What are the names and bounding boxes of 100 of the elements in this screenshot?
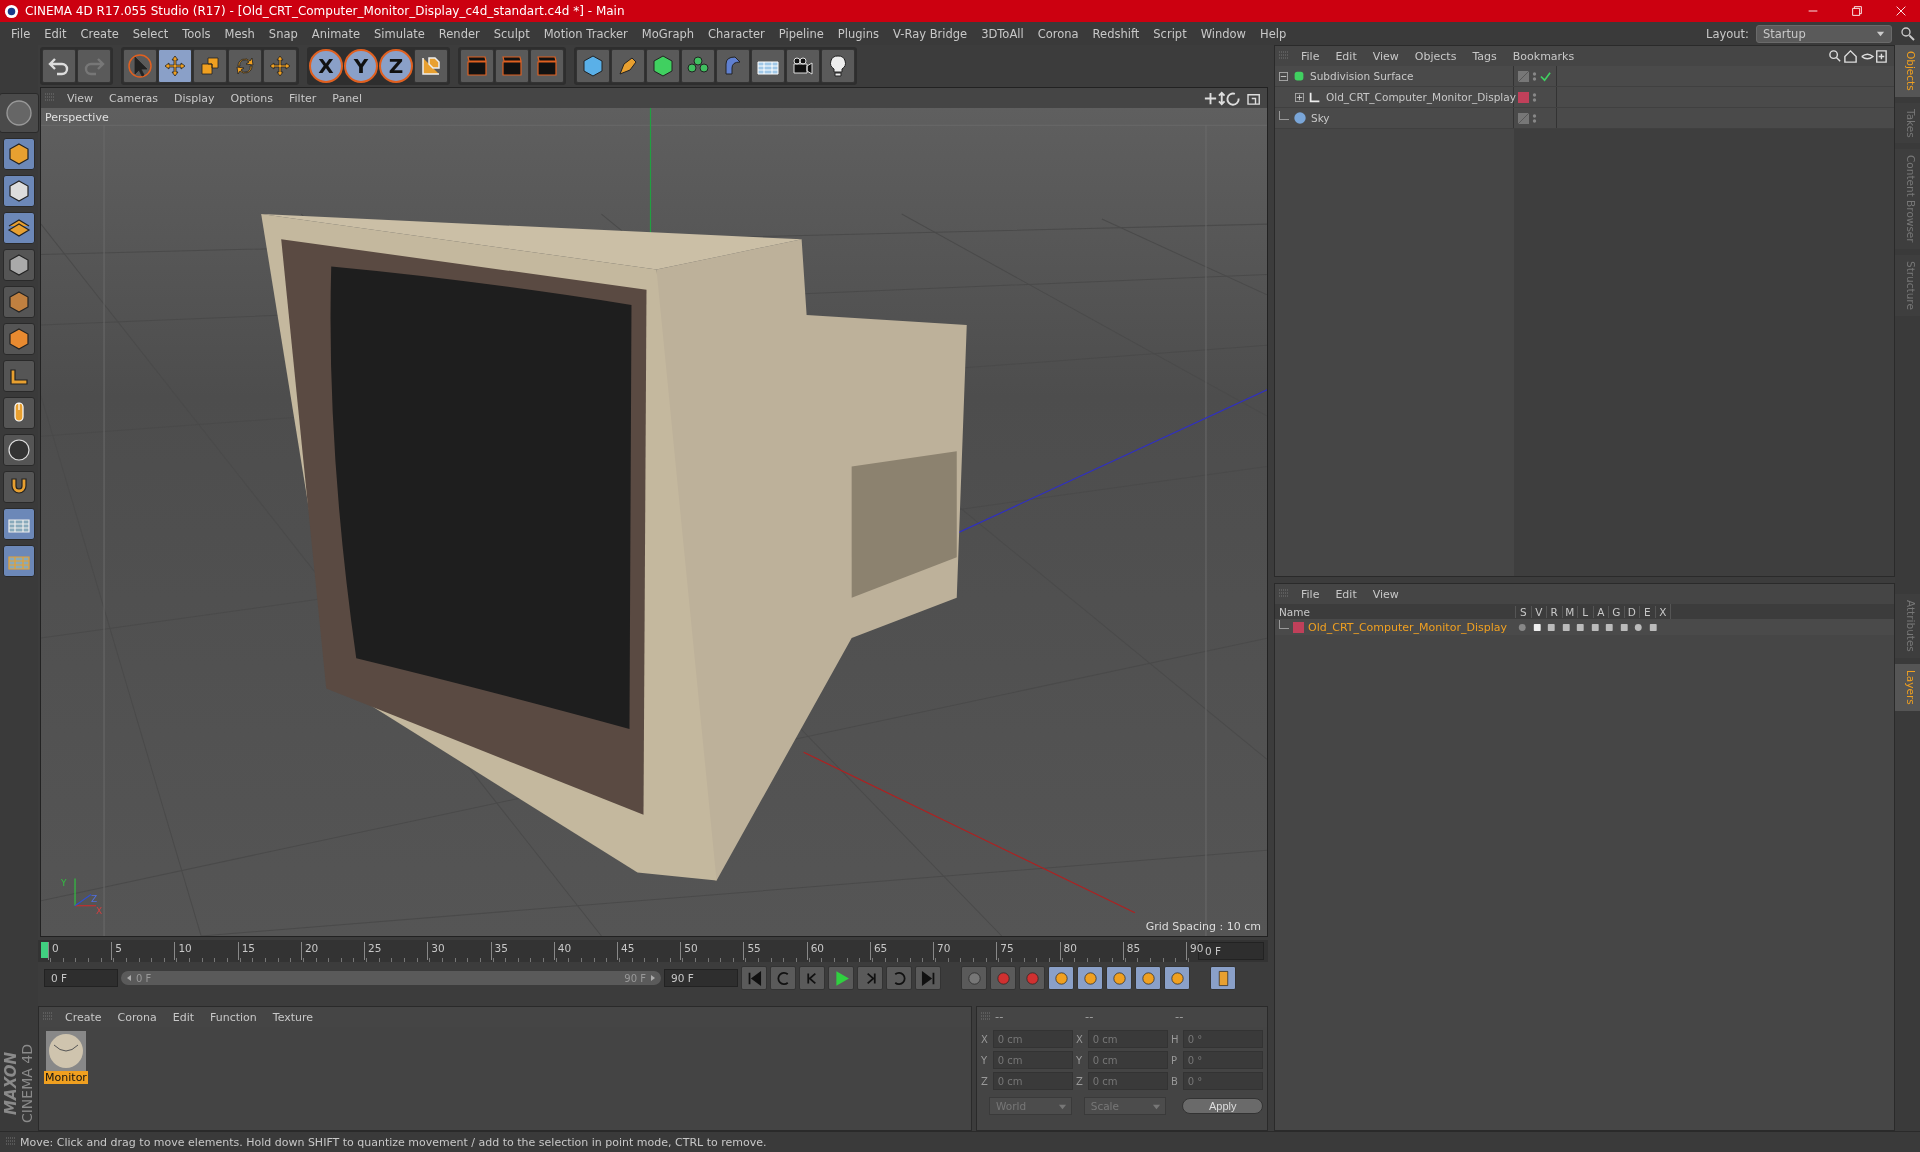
viewport-menu-item[interactable]: Cameras — [101, 91, 166, 105]
object-menu-item[interactable]: Objects — [1406, 49, 1465, 63]
menu-item[interactable]: Plugins — [830, 26, 887, 41]
coordinate-system-button[interactable] — [414, 49, 448, 83]
next-key-button[interactable] — [886, 966, 912, 990]
menu-item[interactable]: Snap — [261, 26, 305, 41]
menu-item[interactable]: Window — [1193, 26, 1253, 41]
search-icon[interactable] — [1900, 25, 1916, 42]
rounded-cube-button[interactable] — [646, 49, 680, 83]
menu-item[interactable]: Render — [431, 26, 487, 41]
viewport-menu-item[interactable]: Options — [222, 91, 281, 105]
bend-button[interactable] — [716, 49, 750, 83]
left-arrow-icon[interactable] — [125, 974, 133, 982]
viewport[interactable]: View Cameras Display Options Filter Panel Perspective Y Z X Grid Spacing : 10 cm — [40, 87, 1268, 937]
restore-icon[interactable] — [1850, 4, 1864, 18]
menu-item[interactable]: Pipeline — [771, 26, 831, 41]
manager-tools-icon[interactable] — [1826, 48, 1890, 64]
object-menu-item[interactable]: Tags — [1464, 49, 1505, 63]
material-menu-item[interactable]: Texture — [264, 1010, 322, 1024]
menu-item[interactable]: Tools — [175, 26, 218, 41]
visibility-dots-icon[interactable] — [1532, 112, 1537, 124]
menu-item[interactable]: Help — [1253, 26, 1294, 41]
layer-menu-item[interactable]: Edit — [1327, 587, 1365, 601]
previous-key-button[interactable] — [770, 966, 796, 990]
cube-button[interactable] — [3, 323, 35, 355]
menu-item[interactable]: Select — [125, 26, 176, 41]
object-menu-item[interactable]: File — [1293, 49, 1328, 63]
plane-button[interactable] — [3, 212, 35, 244]
column-header[interactable]: R — [1546, 605, 1562, 618]
right-arrow-icon[interactable] — [649, 974, 657, 982]
render-button[interactable] — [530, 49, 564, 83]
view-navigation-icon[interactable] — [1203, 90, 1263, 106]
object-row[interactable]: Sky — [1275, 108, 1894, 129]
play-button[interactable] — [828, 966, 854, 990]
object-menu-item[interactable]: Edit — [1327, 49, 1365, 63]
column-header[interactable]: D — [1623, 605, 1639, 618]
timeline-button[interactable] — [1210, 966, 1236, 990]
column-header[interactable]: M — [1561, 605, 1577, 618]
material-menu-item[interactable]: Corona — [109, 1010, 165, 1024]
viewport-menu-item[interactable]: Filter — [281, 91, 325, 105]
axis-lock-button[interactable]: X — [309, 49, 343, 83]
record-button[interactable] — [990, 966, 1016, 990]
layer-menu-item[interactable]: View — [1364, 587, 1407, 601]
pen-button[interactable] — [611, 49, 645, 83]
menu-item[interactable]: Animate — [304, 26, 367, 41]
menu-item[interactable]: Character — [701, 26, 772, 41]
cursor-button[interactable] — [123, 49, 157, 83]
menu-item[interactable]: V-Ray Bridge — [886, 26, 975, 41]
menu-item[interactable]: Create — [73, 26, 126, 41]
checker-cube-button[interactable] — [3, 175, 35, 207]
grid-lock-button[interactable] — [3, 508, 35, 540]
visibility-dots-icon[interactable] — [1532, 91, 1537, 103]
column-header[interactable]: L — [1577, 605, 1593, 618]
object-row[interactable]: Subdivision Surface — [1275, 66, 1894, 87]
menu-item[interactable]: Redshift — [1085, 26, 1147, 41]
playhead-handle[interactable] — [41, 942, 48, 958]
expander-icon[interactable] — [1279, 71, 1288, 81]
menu-item[interactable]: Sculpt — [486, 26, 537, 41]
cube-button[interactable] — [3, 138, 35, 170]
menu-item[interactable]: Motion Tracker — [536, 26, 635, 41]
cube-button[interactable] — [3, 249, 35, 281]
column-header[interactable]: E — [1639, 605, 1655, 618]
material-menu-item[interactable]: Create — [57, 1010, 110, 1024]
viewport-menu-item[interactable]: Panel — [324, 91, 370, 105]
column-header[interactable]: A — [1592, 605, 1608, 618]
floor-button[interactable] — [751, 49, 785, 83]
material-menu-item[interactable]: Function — [202, 1010, 265, 1024]
cube-button[interactable] — [3, 286, 35, 318]
axis-lock-button[interactable]: Y — [344, 49, 378, 83]
viewport-menu-item[interactable]: Display — [166, 91, 223, 105]
object-row[interactable]: Old_CRT_Computer_Monitor_Display — [1275, 87, 1894, 108]
material-swatch[interactable]: Monitor — [43, 1031, 89, 1084]
last-frame-button[interactable] — [915, 966, 941, 990]
column-header[interactable]: X — [1654, 605, 1670, 618]
side-tab[interactable]: Objects — [1895, 45, 1920, 97]
menu-item[interactable]: Script — [1146, 26, 1194, 41]
layout-dropdown[interactable]: Startup — [1756, 24, 1892, 43]
menu-item[interactable]: MoGraph — [634, 26, 702, 41]
step-forward-button[interactable] — [857, 966, 883, 990]
column-header[interactable]: V — [1530, 605, 1546, 618]
column-header[interactable]: Name — [1275, 605, 1515, 618]
checkmark-icon[interactable] — [1540, 70, 1551, 82]
mouse-button[interactable] — [3, 397, 35, 429]
light-bulb-button[interactable] — [821, 49, 855, 83]
layer-row[interactable]: Old_CRT_Computer_Monitor_Display — [1275, 619, 1894, 635]
undo-button[interactable] — [42, 49, 76, 83]
timeline-ruler[interactable]: 0 5 10 15 20 25 30 35 40 45 50 55 60 65 70 75 80 85 900 F — [38, 940, 1268, 962]
menu-item[interactable]: Mesh — [217, 26, 262, 41]
render-button[interactable] — [460, 49, 494, 83]
visibility-dots-icon[interactable] — [1532, 70, 1537, 82]
end-frame-field[interactable]: 90 F — [664, 969, 738, 987]
menu-item[interactable]: Edit — [37, 26, 74, 41]
layer-menu-item[interactable]: File — [1293, 587, 1328, 601]
edge-button[interactable] — [3, 360, 35, 392]
magnet-button[interactable] — [3, 471, 35, 503]
flower-button[interactable] — [681, 49, 715, 83]
close-icon[interactable] — [1894, 4, 1908, 18]
column-header[interactable]: G — [1608, 605, 1624, 618]
axis-lock-button[interactable]: Z — [379, 49, 413, 83]
grid-gear-button[interactable] — [3, 545, 35, 577]
